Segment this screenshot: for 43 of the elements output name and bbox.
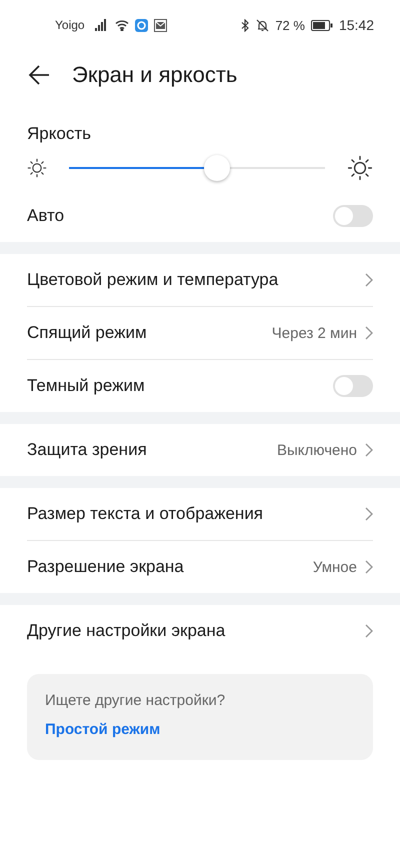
brightness-label: Яркость — [27, 124, 92, 144]
settings-row[interactable]: Спящий режим Через 2 мин — [27, 306, 373, 359]
carrier-name: Yoigo — [55, 18, 85, 32]
chevron-icon — [365, 443, 373, 457]
setting-label: Защита зрения — [27, 440, 148, 460]
bluetooth-icon — [241, 18, 250, 32]
setting-label: Другие настройки экрана — [27, 621, 226, 641]
settings-row[interactable]: Авто — [27, 190, 373, 242]
setting-label: Разрешение экрана — [27, 557, 185, 577]
bright-sun-icon — [347, 155, 373, 181]
setting-label: Авто — [27, 206, 66, 226]
battery-icon — [310, 20, 333, 30]
page-title: Экран и яркость — [72, 62, 238, 88]
setting-label: Спящий режим — [27, 323, 148, 343]
settings-row[interactable]: Размер текста и отображения — [27, 488, 373, 540]
app-icon — [134, 18, 148, 32]
wifi-icon — [114, 19, 129, 31]
mail-icon — [154, 18, 167, 32]
battery-percent: 72 % — [275, 18, 305, 32]
chevron-icon — [365, 507, 373, 521]
setting-label: Цветовой режим и температура — [27, 270, 280, 290]
dim-sun-icon — [27, 158, 47, 178]
setting-value: Выключено — [277, 442, 357, 458]
settings-row[interactable]: Защита зрения Выключено — [27, 424, 373, 476]
signal-icon — [94, 19, 109, 31]
chevron-icon — [365, 326, 373, 340]
setting-label: Темный режим — [27, 376, 146, 396]
setting-label: Размер текста и отображения — [27, 504, 264, 524]
settings-row[interactable]: Другие настройки экрана — [27, 605, 373, 657]
setting-value: Умное — [312, 558, 357, 576]
setting-value: Через 2 мин — [272, 324, 357, 342]
simple-mode-link[interactable]: Простой режим — [45, 721, 160, 738]
muted-bell-icon — [256, 18, 270, 32]
chevron-icon — [365, 273, 373, 287]
hint-question: Ищете другие настройки? — [45, 692, 226, 709]
toggle-switch[interactable] — [333, 205, 373, 227]
back-button[interactable] — [28, 65, 50, 85]
chevron-icon — [365, 560, 373, 574]
settings-row[interactable]: Цветовой режим и температура — [27, 254, 373, 306]
clock-time: 15:42 — [338, 17, 374, 33]
toggle-switch[interactable] — [333, 375, 373, 397]
chevron-icon — [365, 624, 373, 638]
slider-thumb[interactable] — [204, 155, 230, 181]
